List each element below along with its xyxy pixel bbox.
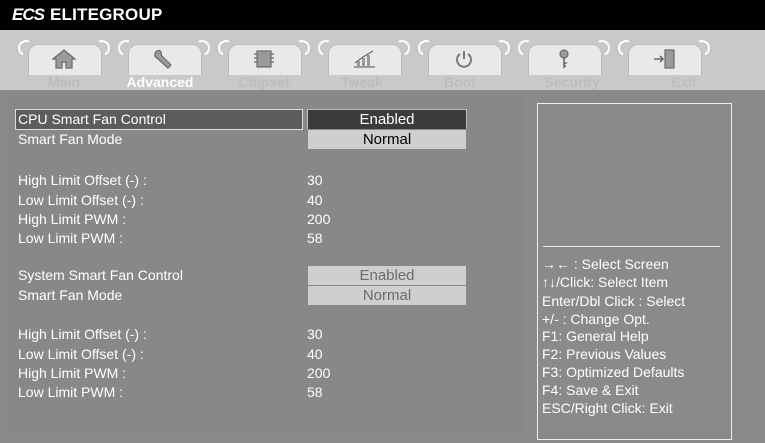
brand-logo: ECS ELITEGROUP (12, 5, 162, 25)
cpu-fan-mode-label[interactable]: Smart Fan Mode (18, 131, 122, 147)
cpu-fan-control-value[interactable]: Enabled (307, 109, 467, 130)
title-bar: ECS ELITEGROUP (0, 0, 765, 30)
tab-row (0, 30, 765, 75)
sys-low-pwm-label: Low Limit PWM : (18, 384, 124, 400)
sys-fan-mode-value[interactable]: Normal (307, 285, 467, 306)
sys-low-offset-value: 40 (307, 346, 323, 362)
cpu-high-pwm-label: High Limit PWM : (18, 211, 127, 227)
tab-tweak[interactable] (315, 36, 413, 75)
tab-advanced-label[interactable]: Advanced (110, 74, 210, 90)
tab-labels: Main Advanced Chipset Tweak Boot Securit… (0, 74, 765, 90)
home-icon (50, 48, 78, 70)
help-line: ↑↓/Click: Select Item (542, 274, 669, 290)
tab-boot-label[interactable]: Boot (410, 74, 510, 90)
help-line: +/- : Change Opt. (542, 311, 650, 327)
wrench-icon (150, 48, 178, 70)
sys-low-offset-label: Low Limit Offset (-) : (18, 346, 144, 362)
help-line: F4: Save & Exit (542, 382, 639, 398)
chip-icon (250, 48, 278, 70)
ecs-logo: ECS (12, 5, 45, 24)
cpu-fan-control-label[interactable]: CPU Smart Fan Control (18, 111, 166, 127)
tab-tweak-label[interactable]: Tweak (312, 74, 412, 90)
tab-chipset[interactable] (215, 36, 313, 75)
sys-high-pwm-value: 200 (307, 365, 331, 381)
help-panel: →← : Select Screen ↑↓/Click: Select Item… (537, 103, 732, 440)
help-divider (543, 246, 720, 247)
cpu-low-offset-label: Low Limit Offset (-) : (18, 192, 144, 208)
help-line: →← : Select Screen (542, 256, 669, 272)
tab-advanced[interactable] (115, 36, 213, 75)
exit-door-icon (650, 48, 678, 70)
cpu-low-offset-value: 40 (307, 192, 323, 208)
help-line: ESC/Right Click: Exit (542, 400, 673, 416)
cpu-high-offset-label: High Limit Offset (-) : (18, 172, 147, 188)
sys-high-pwm-label: High Limit PWM : (18, 365, 127, 381)
cpu-low-pwm-label: Low Limit PWM : (18, 230, 124, 246)
key-icon (550, 48, 578, 70)
tab-main[interactable] (15, 36, 113, 75)
tab-security[interactable] (515, 36, 613, 75)
cpu-low-pwm-value: 58 (307, 230, 323, 246)
brand-name: ELITEGROUP (49, 5, 163, 24)
sys-fan-mode-label[interactable]: Smart Fan Mode (18, 287, 122, 303)
cpu-high-offset-value: 30 (307, 172, 323, 188)
help-line: F1: General Help (542, 328, 649, 344)
sys-fan-control-label[interactable]: System Smart Fan Control (18, 267, 183, 283)
tab-security-label[interactable]: Security (522, 74, 622, 90)
tab-exit[interactable] (615, 36, 713, 75)
sys-low-pwm-value: 58 (307, 384, 323, 400)
help-line: F2: Previous Values (542, 346, 667, 362)
tab-exit-label[interactable]: Exit (634, 74, 734, 90)
tab-chipset-label[interactable]: Chipset (214, 74, 314, 90)
sys-fan-control-value[interactable]: Enabled (307, 265, 467, 286)
sys-high-offset-label: High Limit Offset (-) : (18, 326, 147, 342)
help-line: F3: Optimized Defaults (542, 364, 685, 380)
bar-graph-icon (350, 48, 378, 70)
cpu-fan-mode-value[interactable]: Normal (307, 129, 467, 150)
sys-high-offset-value: 30 (307, 326, 323, 342)
power-icon (450, 48, 478, 70)
tab-main-label[interactable]: Main (14, 74, 114, 90)
cpu-high-pwm-value: 200 (307, 211, 331, 227)
help-line: Enter/Dbl Click : Select (542, 293, 686, 309)
tab-boot[interactable] (415, 36, 513, 75)
